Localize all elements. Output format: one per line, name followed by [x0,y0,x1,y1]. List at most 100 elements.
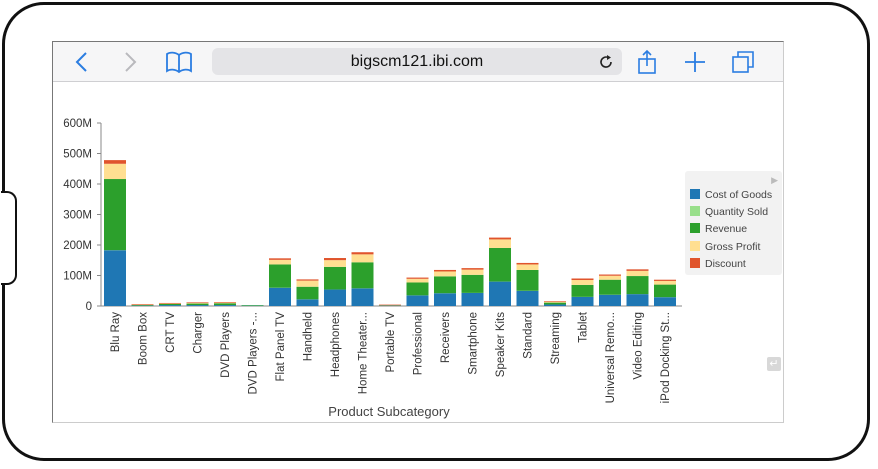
bar-segment-revenue [626,276,649,295]
y-tick-label: 400M [63,179,92,191]
tabs-icon[interactable] [730,49,756,75]
bar-segment-discount [324,258,346,261]
bar-segment-cost-of-goods [296,299,319,306]
bar-segment-gross-profit [104,163,126,180]
url-text: bigscm121.ibi.com [350,53,484,70]
x-tick-label: Video Editing [633,312,645,380]
bar-segment-discount [461,268,484,270]
bar-segment-cost-of-goods [434,293,456,306]
back-icon[interactable] [70,49,96,75]
bar-segment-gross-profit [434,271,456,277]
x-tick-label: DVD Players [220,312,232,378]
bar-segment-revenue [159,303,181,306]
reload-icon[interactable] [598,54,614,70]
bar-segment-discount [104,160,126,164]
bar-segment-gross-profit [186,302,209,304]
bar-segment-discount [214,302,236,303]
legend-item-revenue[interactable]: Revenue [690,223,747,237]
add-tab-icon[interactable] [682,49,708,75]
x-tick-label: Home Theater... [358,312,370,394]
bar-segment-revenue [296,286,319,300]
chart-legend: ▶ Cost of Goods Quantity Sold Revenue Gr… [685,171,782,275]
legend-item-quantity-sold[interactable]: Quantity Sold [690,206,768,220]
bar-segment-gross-profit [544,301,566,303]
x-tick-label: Blu Ray [110,312,122,353]
y-tick-label: 300M [63,210,92,222]
bar-segment-discount [571,278,594,281]
x-tick-label: Smartphone [468,312,480,375]
bar-segment-cost-of-goods [599,294,621,306]
bar-segment-revenue [654,284,676,298]
browser-toolbar: bigscm121.ibi.com [52,41,784,82]
bar-segment-discount [434,269,456,272]
y-tick-label: 200M [63,240,92,252]
stacked-bar-chart: 0 100M 200M 300M 400M 500M 600M Blu Ray Boom Box… [63,118,682,419]
bar-segment-cost-of-goods [406,295,429,306]
legend-item-cost-of-goods[interactable]: Cost of Goods [690,189,772,203]
bar-segment-revenue [516,269,539,291]
bar-segment-discount [406,277,429,279]
bar-segment-revenue [104,179,126,251]
legend-label: Gross Profit [705,241,761,253]
x-tick-label: Streaming [550,312,562,364]
bar-segment-cost-of-goods [516,290,539,306]
bar-segment-gross-profit [214,302,236,304]
bar-segment-cost-of-goods [544,304,566,306]
bar-segment-gross-profit [269,259,291,265]
bar-segment-gross-profit [324,260,346,267]
legend-item-gross-profit[interactable]: Gross Profit [690,241,760,255]
legend-label: Discount [705,258,746,270]
bar-segment-cost-of-goods [186,305,209,306]
bar-segment-discount [489,237,511,240]
x-tick-label: iPod Docking St... [660,312,672,403]
collapse-icon[interactable]: ↵ [767,357,781,371]
legend-swatch [690,223,700,233]
address-bar[interactable]: bigscm121.ibi.com [212,48,622,75]
bar-segment-revenue [351,262,374,289]
y-tick-label: 0 [86,301,92,313]
x-tick-label: Handheld [303,312,315,361]
x-tick-label: CRT TV [165,312,177,353]
forward-icon[interactable] [116,49,142,75]
bar-segment-gross-profit [626,270,649,277]
legend-item-discount[interactable]: Discount [690,258,746,272]
bar-segment-gross-profit [351,254,374,263]
legend-scroll-arrow[interactable]: ▶ [771,175,778,186]
bar-segment-gross-profit [406,278,429,283]
y-tick-label: 100M [63,271,92,283]
legend-label: Quantity Sold [705,206,769,218]
legend-swatch [690,189,700,199]
bar-segment-cost-of-goods [269,287,291,306]
bar-segment-revenue [461,274,484,293]
legend-swatch [690,206,700,216]
bar-segment-gross-profit [571,280,594,285]
bar-segment-gross-profit [461,269,484,275]
bar-segment-revenue [489,247,511,282]
bar-segment-discount [131,304,154,305]
bar-segment-revenue [131,305,154,306]
bar-segment-revenue [214,303,236,306]
y-tick-label: 500M [63,149,92,161]
bar-segment-revenue [599,279,621,295]
legend-label: Cost of Goods [705,189,773,201]
browser-screen: bigscm121.ibi.com 0 100M 200M 300M 400M 500M 6… [52,41,784,423]
bar-segment-discount [379,304,401,306]
x-tick-label: Flat Panel TV [275,312,287,382]
bar-segment-discount [186,302,209,303]
x-tick-label: Speaker Kits [495,312,507,377]
bookmarks-icon[interactable] [164,49,194,75]
share-icon[interactable] [634,49,660,75]
bar-segment-discount [599,274,621,276]
bar-segment-discount [296,279,319,281]
bar-segment-cost-of-goods [461,292,484,306]
device-side-button[interactable] [1,191,17,285]
bar-segment-revenue [571,284,594,297]
bar-segment-cost-of-goods [159,305,181,306]
bar-segment-cost-of-goods [571,296,594,306]
x-tick-label: Tablet [578,311,590,342]
bar-segment-revenue [186,303,209,306]
x-tick-label: Professional [413,312,425,375]
bar-segment-discount [269,258,291,260]
legend-swatch [690,241,700,251]
bar-segment-revenue [241,305,264,306]
